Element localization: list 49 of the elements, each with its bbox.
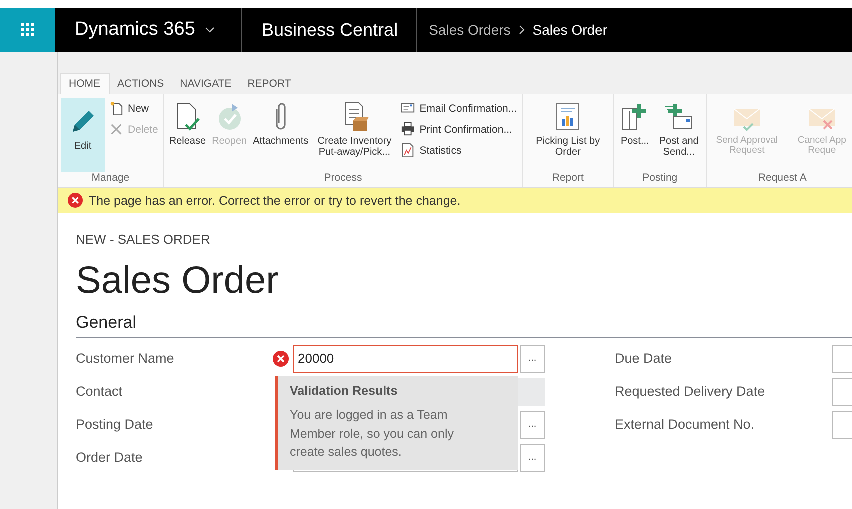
- lookup-button[interactable]: ...: [520, 410, 545, 439]
- new-document-icon: [109, 101, 124, 116]
- field-label: Due Date: [615, 351, 674, 366]
- ribbon-tab[interactable]: REPORT: [240, 74, 300, 94]
- field-label: Requested Delivery Date: [615, 384, 766, 400]
- breadcrumb-link[interactable]: Sales Orders: [429, 22, 511, 38]
- ribbon-button[interactable]: Email Confirmation...: [398, 100, 520, 117]
- group-label: Manage: [90, 172, 131, 186]
- group-label: Posting: [642, 172, 679, 186]
- error-icon: [273, 350, 289, 367]
- group-label: Report: [551, 172, 585, 186]
- ribbon-tab[interactable]: ACTIONS: [110, 74, 172, 94]
- ribbon-button[interactable]: Statistics: [398, 142, 520, 159]
- section-heading: General: [76, 312, 852, 338]
- page-caption: NEW - SALES ORDER: [76, 232, 212, 247]
- waffle-icon: [20, 23, 34, 37]
- field-label: Posting Date: [76, 417, 154, 432]
- lookup-button[interactable]: ...: [520, 344, 545, 373]
- lookup-button[interactable]: ...: [520, 444, 545, 472]
- ribbon-button[interactable]: New: [107, 100, 160, 117]
- field-label: Customer Name: [76, 351, 176, 366]
- print-icon: [400, 122, 416, 137]
- error-message: The page has an error. Correct the error or try to revert the change.: [89, 194, 461, 208]
- ribbon-button[interactable]: Post and Send...: [655, 98, 704, 172]
- field-label: External Document No.: [615, 417, 756, 432]
- chevron-down-icon: [205, 27, 216, 33]
- tooltip-message: You are logged in as a Team Member role, so you can only create sales quotes.: [290, 406, 455, 462]
- field-label: Order Date: [76, 450, 144, 466]
- app-launcher-button[interactable]: [0, 8, 55, 52]
- group-label: Process: [323, 172, 364, 186]
- breadcrumb-link[interactable]: Sales Order: [532, 22, 608, 38]
- chevron-right-icon: [518, 25, 525, 35]
- input-field[interactable]: 20000: [293, 344, 518, 373]
- ribbon-button[interactable]: Edit: [61, 98, 105, 172]
- ribbon-button[interactable]: Post...: [617, 98, 654, 172]
- field-label: Contact: [76, 384, 124, 400]
- delete-icon: [109, 122, 124, 137]
- tooltip-title: Validation Results: [290, 384, 399, 398]
- chart-document-icon: [400, 143, 416, 158]
- error-icon: [68, 193, 83, 208]
- ribbon-button[interactable]: Create Inventory Put-away/Pick...: [312, 98, 397, 172]
- ribbon-button[interactable]: Attachments: [251, 98, 311, 172]
- ribbon-button[interactable]: Print Confirmation...: [398, 121, 520, 138]
- page-title: Sales Order: [76, 261, 280, 303]
- ribbon-tab[interactable]: HOME: [60, 73, 110, 94]
- ribbon-tab[interactable]: NAVIGATE: [172, 74, 240, 94]
- group-label: Request A: [757, 172, 808, 186]
- ribbon-button[interactable]: Picking List by Order: [526, 98, 610, 172]
- ribbon-button[interactable]: Release: [167, 98, 208, 172]
